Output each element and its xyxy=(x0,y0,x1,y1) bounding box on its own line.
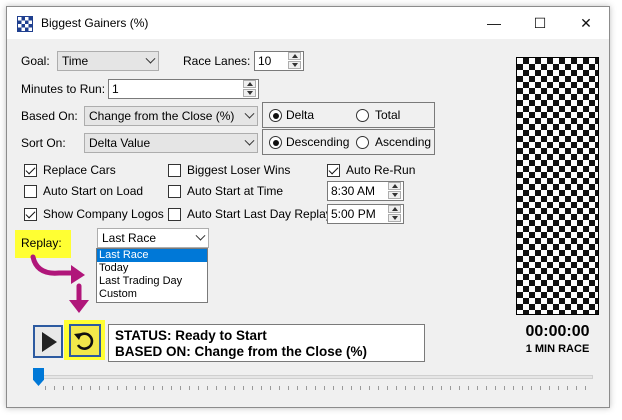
replay-icon xyxy=(74,332,94,350)
arrowhead-icon xyxy=(71,265,85,284)
app-window: Biggest Gainers (%) — ☐ ✕ Goal: Time Rac… xyxy=(6,6,610,408)
race-duration-label: 1 MIN RACE xyxy=(525,343,590,355)
annotation-arrow-to-dropdown xyxy=(30,254,76,276)
status-line: STATUS: Ready to Start xyxy=(115,328,267,343)
arrowhead-icon xyxy=(69,300,89,313)
checkered-flag xyxy=(516,57,599,315)
race-timer: 00:00:00 xyxy=(525,323,590,340)
slider-ticks xyxy=(45,386,593,390)
replay-button[interactable] xyxy=(69,324,101,357)
play-button[interactable] xyxy=(33,325,63,358)
progress-slider-track[interactable] xyxy=(37,375,593,379)
play-icon xyxy=(42,332,57,352)
status-panel: STATUS: Ready to Start BASED ON: Change … xyxy=(108,324,425,362)
based-on-status-line: BASED ON: Change from the Close (%) xyxy=(115,344,368,359)
